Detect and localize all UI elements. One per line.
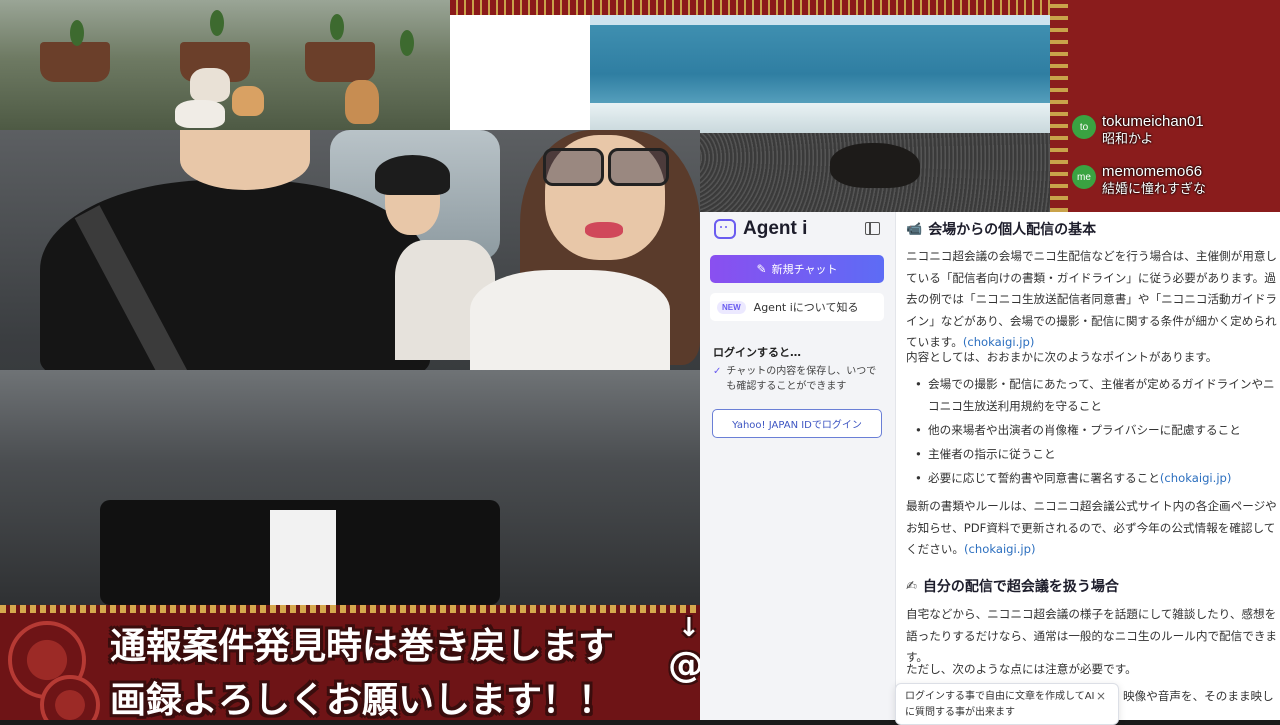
cat bbox=[175, 100, 225, 128]
chat-avatar: me bbox=[1072, 165, 1096, 189]
qr-sticker bbox=[270, 510, 336, 605]
agent-logo[interactable]: Agent i bbox=[714, 218, 807, 240]
lips bbox=[585, 222, 623, 238]
bullet-item: 主催者の指示に従うこと bbox=[906, 444, 1278, 466]
close-icon[interactable]: × bbox=[1096, 688, 1106, 704]
login-toast: ログインする事で自由に文章を作成してAIに質問する事が出来ます × bbox=[895, 683, 1119, 725]
bullet-text: 他の来場者や出演者の肖像権・プライバシーに配慮すること bbox=[928, 422, 1241, 437]
blank-panel bbox=[450, 15, 590, 130]
answer-paragraph-partial: 映像や音声を、そのまま映し bbox=[1123, 686, 1280, 708]
bullet-text: 必要に応じて誓約書や同意書に署名すること bbox=[928, 471, 1160, 486]
cat bbox=[190, 68, 230, 102]
new-badge: NEW bbox=[717, 300, 746, 314]
paragraph-text: ニコニコ超会議の会場でニコ生配信などを行う場合は、主催側が用意している「配信者向… bbox=[906, 249, 1278, 350]
camera-icon: 📹 bbox=[906, 221, 923, 237]
sky bbox=[590, 15, 1050, 25]
banner-border bbox=[0, 605, 700, 613]
leaf bbox=[330, 14, 344, 40]
source-link[interactable]: (chokaigi.jp) bbox=[964, 542, 1036, 556]
about-agent-label: Agent iについて知る bbox=[753, 301, 859, 314]
video-feed-car bbox=[0, 130, 700, 605]
video-feed-garden bbox=[0, 0, 450, 130]
banner-notice-line: 通報案件発見時は巻き戻します bbox=[110, 626, 615, 667]
at-icon: @ bbox=[668, 645, 700, 686]
dog bbox=[830, 143, 920, 188]
pen-icon: ✍ bbox=[906, 578, 917, 594]
chat-message: me memomemo66 結婚に憧れすぎな bbox=[1072, 163, 1206, 199]
driver-face bbox=[180, 130, 310, 190]
new-chat-button[interactable]: ✎ 新規チャット bbox=[710, 255, 884, 283]
bullet-item: 他の来場者や出演者の肖像権・プライバシーに配慮すること bbox=[906, 420, 1278, 442]
toast-text: ログインする事で自由に文章を作成してAIに質問する事が出来ます bbox=[905, 691, 1095, 718]
frame-pattern bbox=[1050, 0, 1068, 212]
glasses-left-lens bbox=[543, 148, 604, 186]
login-benefit: ✓ チャットの内容を保存し、いつでも確認することができます bbox=[713, 364, 885, 394]
login-benefit-text: チャットの内容を保存し、いつでも確認することができます bbox=[726, 366, 877, 392]
chat-text: 結婚に憧れすぎな bbox=[1102, 182, 1207, 197]
bullet-item: 会場での撮影・配信にあたって、主催者が定めるガイドラインやニコニコ生放送利用規約… bbox=[906, 374, 1278, 417]
chat-avatar: to bbox=[1072, 115, 1096, 139]
bullet-text: 会場での撮影・配信にあたって、主催者が定めるガイドラインやニコニコ生放送利用規約… bbox=[928, 377, 1275, 413]
sea bbox=[590, 25, 1050, 107]
bullet-text: 主催者の指示に従うこと bbox=[928, 446, 1056, 461]
plant-pot bbox=[40, 42, 110, 82]
decorative-frame-top bbox=[450, 0, 1065, 15]
agent-sidebar: Agent i ✎ 新規チャット NEW Agent iについて知る ログインす… bbox=[700, 212, 896, 720]
leaf bbox=[400, 30, 414, 56]
paragraph-text: 自宅などから、ニコニコ超会議の様子を話題にして雑談したり、感想を語ったりするだけ… bbox=[906, 607, 1278, 665]
section-heading: ✍ 自分の配信で超会議を扱う場合 bbox=[906, 576, 1119, 596]
chat-username: memomemo66 bbox=[1102, 163, 1203, 180]
plant-pot bbox=[305, 42, 375, 82]
passenger-hair bbox=[375, 155, 450, 195]
paragraph-text: 最新の書類やルールは、ニコニコ超会議公式サイト内の各企画ページやお知らせ、PDF… bbox=[906, 499, 1277, 557]
sidebar-toggle-icon[interactable] bbox=[865, 222, 880, 235]
login-heading: ログインすると… bbox=[713, 346, 801, 359]
paragraph-text: 内容としては、おおまかに次のようなポイントがあります。 bbox=[906, 350, 1218, 364]
flower-ornament bbox=[40, 675, 100, 720]
paragraph-text: 映像や音声を、そのまま映し bbox=[1123, 689, 1274, 703]
surf bbox=[590, 103, 1050, 133]
answer-bullet-list: 会場での撮影・配信にあたって、主催者が定めるガイドラインやニコニコ生放送利用規約… bbox=[906, 374, 1278, 492]
cat bbox=[345, 80, 379, 124]
answer-paragraph: 最新の書類やルールは、ニコニコ超会議公式サイト内の各企画ページやお知らせ、PDF… bbox=[906, 496, 1278, 561]
edit-icon: ✎ bbox=[756, 262, 767, 276]
answer-paragraph: 内容としては、おおまかに次のようなポイントがあります。 bbox=[906, 347, 1278, 369]
answer-paragraph: ただし、次のような点には注意が必要です。 bbox=[906, 659, 1278, 681]
cat bbox=[232, 86, 264, 116]
white-top bbox=[470, 270, 670, 370]
new-chat-label: 新規チャット bbox=[771, 263, 838, 276]
section-heading: 📹 会場からの個人配信の基本 bbox=[906, 219, 1096, 239]
check-icon: ✓ bbox=[713, 366, 722, 377]
chat-username: tokumeichan01 bbox=[1102, 113, 1204, 130]
section-heading-text: 自分の配信で超会議を扱う場合 bbox=[922, 579, 1119, 595]
chat-text: 昭和かよ bbox=[1102, 132, 1154, 147]
yahoo-login-button[interactable]: Yahoo! JAPAN IDでログイン bbox=[712, 409, 882, 438]
chat-message: to tokumeichan01 昭和かよ bbox=[1072, 113, 1204, 149]
about-agent-link[interactable]: NEW Agent iについて知る bbox=[710, 293, 884, 321]
section-heading-text: 会場からの個人配信の基本 bbox=[928, 222, 1097, 238]
banner-request-line: 画録よろしくお願いします！！ bbox=[110, 680, 615, 720]
glasses-right-lens bbox=[608, 148, 669, 186]
answer-paragraph: ニコニコ超会議の会場でニコ生配信などを行う場合は、主催側が用意している「配信者向… bbox=[906, 246, 1278, 354]
source-link[interactable]: (chokaigi.jp) bbox=[1160, 471, 1232, 485]
agent-logo-text: Agent i bbox=[743, 218, 808, 239]
agent-logo-icon bbox=[714, 219, 736, 239]
agent-answer-panel: 📹 会場からの個人配信の基本 ニコニコ超会議の会場でニコ生配信などを行う場合は、… bbox=[896, 212, 1280, 720]
leaf bbox=[210, 10, 224, 36]
bullet-item: 必要に応じて誓約書や同意書に署名すること(chokaigi.jp) bbox=[906, 468, 1278, 490]
paragraph-text: ただし、次のような点には注意が必要です。 bbox=[906, 662, 1137, 676]
leaf bbox=[70, 20, 84, 46]
down-arrow-icon: ↓ bbox=[678, 613, 700, 643]
stream-banner: 通報案件発見時は巻き戻します 画録よろしくお願いします！！ ↓ @ bbox=[0, 605, 700, 720]
